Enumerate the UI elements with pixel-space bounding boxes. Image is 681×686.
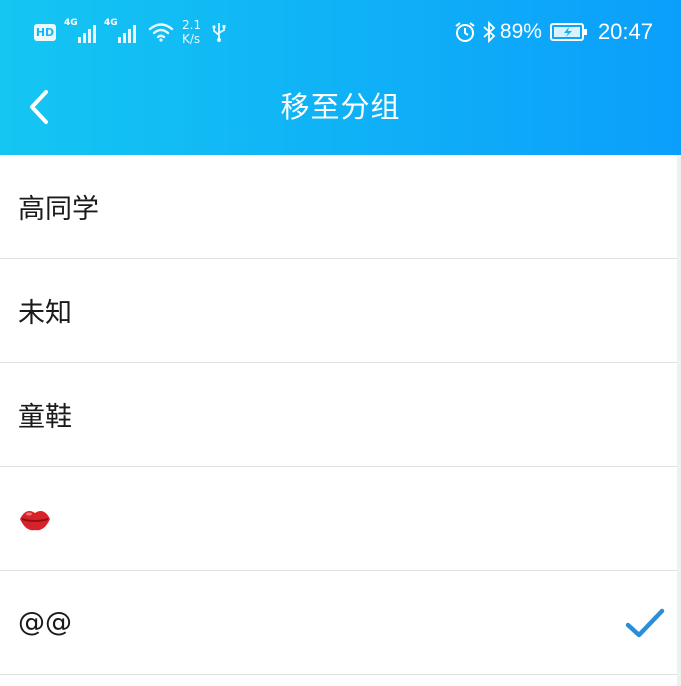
battery-charging-icon xyxy=(549,23,587,41)
alarm-icon xyxy=(455,22,475,42)
group-label: 未知 xyxy=(18,298,72,329)
group-label: 童鞋 xyxy=(18,402,72,433)
signal-icon: 4G xyxy=(64,18,96,43)
status-time: 20:47 xyxy=(597,19,653,44)
speed-value: 2.1 xyxy=(182,18,202,32)
group-item-gao[interactable]: 高同学 xyxy=(0,155,677,259)
scrollbar[interactable] xyxy=(677,155,681,686)
network-speed: 2.1 K/s xyxy=(182,18,201,46)
status-bar: HD 4G 4G 2.1 K/s 89% 20:47 xyxy=(0,0,681,62)
group-item-unknown[interactable]: 未知 xyxy=(0,259,677,363)
group-item-tongxie[interactable]: 童鞋 xyxy=(0,363,677,467)
bluetooth-icon xyxy=(483,21,496,43)
network-type-label: 4G xyxy=(104,18,118,28)
group-label: 高同学 xyxy=(18,194,99,225)
battery-percentage: 89% xyxy=(499,20,542,43)
usb-icon xyxy=(212,23,226,42)
group-label: @@ xyxy=(18,607,72,638)
status-right: 89% 20:47 xyxy=(454,12,653,52)
app-header: HD 4G 4G 2.1 K/s 89% 20:47 移至分组 xyxy=(0,0,681,155)
network-type-label: 4G xyxy=(64,18,78,28)
group-list: 高同学 未知 童鞋 @@ xyxy=(0,155,677,675)
hd-badge: HD xyxy=(34,23,56,41)
wifi-icon xyxy=(148,23,174,42)
group-item-kiss[interactable] xyxy=(0,467,677,571)
page-title: 移至分组 xyxy=(280,90,401,124)
kiss-mark-icon xyxy=(20,510,50,530)
status-left: HD 4G 4G 2.1 K/s xyxy=(34,12,227,52)
speed-unit: K/s xyxy=(182,32,201,46)
signal-icon: 4G xyxy=(104,18,136,43)
checkmark-icon xyxy=(625,608,665,638)
group-item-atat[interactable]: @@ xyxy=(0,571,677,675)
